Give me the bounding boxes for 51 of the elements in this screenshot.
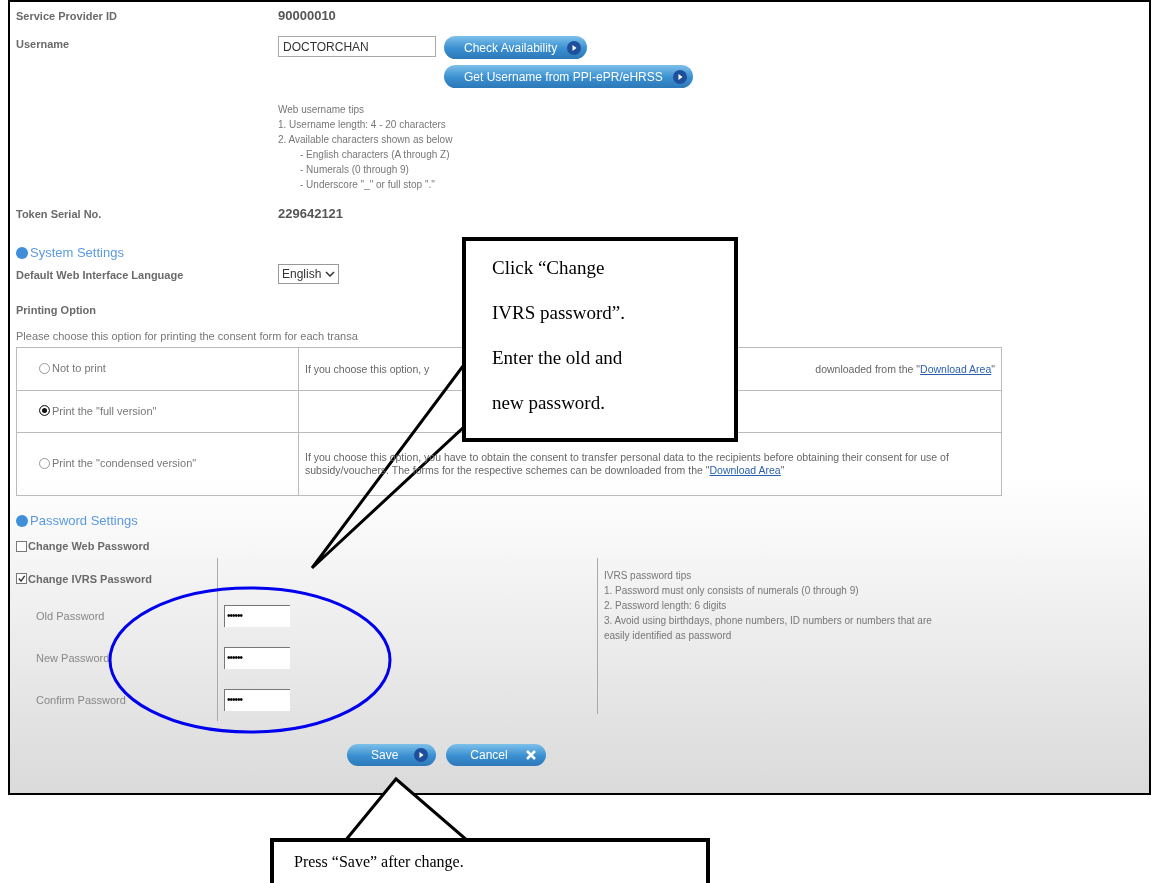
username-field[interactable]: DOCTORCHAN (278, 36, 436, 57)
checkbox-option[interactable]: Change Web Password (16, 540, 150, 552)
close-icon (523, 748, 538, 762)
tip-text: 3. Avoid using birthdays, phone numbers, ID numbers or numbers that are easily identified as password (604, 614, 933, 643)
tip-text: 1. Password must only consists of numerals (0 through 9) (604, 584, 860, 598)
field-value: 229642121 (278, 206, 345, 221)
tick-icon (17, 574, 26, 583)
section-heading: Password Settings (30, 513, 138, 528)
field-label: Service Provider ID (16, 9, 118, 22)
callout-text: Click “Change IVRS password”. Enter the old and new password. (492, 256, 626, 415)
callout-text: Press “Save” after change. (294, 853, 464, 870)
language-dropdown[interactable]: English (278, 264, 340, 284)
tip-text: - Numerals (0 through 9) (299, 163, 410, 177)
tips-title: IVRS password tips (604, 569, 693, 583)
checkbox-option[interactable]: Change IVRS Password (16, 562, 153, 595)
radio-button[interactable] (39, 362, 50, 374)
field-label: New Password (35, 652, 110, 664)
option-label[interactable]: Not to print (52, 362, 106, 375)
action-button[interactable]: Check Availability (444, 36, 588, 59)
option-description: downloaded from the "Download Area" (815, 362, 995, 376)
field-label: Token Serial No. (16, 207, 103, 220)
option-description: If you choose this option, y (305, 362, 430, 376)
action-button[interactable]: Get Username from PPI-ePR/eHRSS (444, 65, 693, 88)
field-label: Printing Option (16, 303, 97, 316)
bullet-icon (16, 514, 28, 527)
tips-title: Web username tips (278, 103, 365, 117)
option-label[interactable]: Print the "condensed version" (52, 457, 197, 470)
field-label: Old Password (35, 610, 105, 622)
tip-text: - Underscore "_" or full stop "." (299, 178, 436, 192)
tip-text: 2. Password length: 6 digits (604, 599, 728, 613)
radio-button[interactable] (39, 405, 50, 417)
field-label: Username (16, 37, 71, 50)
tip-text: 2. Available characters shown as below (278, 133, 454, 147)
field-value: 90000010 (278, 8, 337, 23)
field-label: Default Web Interface Language (16, 268, 185, 281)
tip-text: 1. Username length: 4 - 20 characters (278, 118, 447, 132)
action-button[interactable]: Save (347, 744, 437, 766)
password-field[interactable]: •••••• (224, 689, 290, 711)
tip-text: - English characters (A through Z) (299, 148, 451, 162)
section-heading: System Settings (30, 245, 124, 260)
option-label[interactable]: Print the "full version" (52, 404, 157, 417)
password-field[interactable]: •••••• (224, 605, 290, 627)
radio-button[interactable] (39, 457, 50, 469)
download-link[interactable]: Download Area (920, 362, 992, 375)
download-link[interactable]: Download Area (709, 464, 781, 476)
bullet-icon (16, 246, 28, 259)
instruction-text: Please choose this option for printing the consent form for each transa (16, 330, 358, 342)
password-field[interactable]: •••••• (224, 647, 290, 669)
chevron-down-icon (325, 271, 336, 277)
field-label: Confirm Password (35, 694, 126, 706)
action-button[interactable]: Cancel (446, 744, 546, 766)
